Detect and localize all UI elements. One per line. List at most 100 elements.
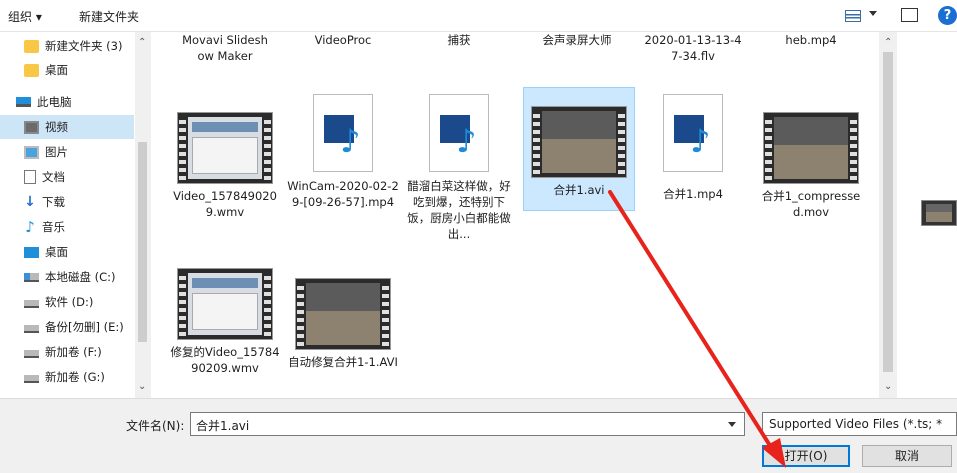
- nav-item-label: 软件 (D:): [45, 295, 94, 309]
- folder-item[interactable]: Movavi Slideshow Maker: [169, 32, 281, 64]
- file-name: Movavi Slideshow Maker: [182, 33, 268, 63]
- file-item[interactable]: 合并1_compressed.mov: [755, 104, 867, 244]
- file-item[interactable]: ♪ 醋溜白菜这样做，好吃到爆，还特别下饭，厨房小白都能做出...: [403, 94, 515, 264]
- folder-item[interactable]: VideoProc: [287, 32, 399, 48]
- nav-item-music[interactable]: ♪ 音乐: [0, 215, 134, 239]
- media-file-icon: ♪: [429, 94, 489, 172]
- desktop-icon: [24, 246, 39, 258]
- file-list: Movavi Slideshow Maker VideoProc 捕获 会声录屏…: [151, 32, 879, 398]
- file-item[interactable]: Video_1578490209.wmv: [169, 104, 281, 224]
- filename-input[interactable]: 合并1.avi: [190, 412, 745, 436]
- nav-item-label: 桌面: [45, 245, 68, 259]
- computer-icon: [16, 97, 31, 107]
- open-button[interactable]: 打开(O): [762, 445, 850, 467]
- drive-icon: [24, 374, 39, 383]
- file-name: 合并1.mp4: [663, 187, 723, 201]
- file-name: 醋溜白菜这样做，好吃到爆，还特别下饭，厨房小白都能做出...: [407, 179, 511, 241]
- file-item[interactable]: 2020-01-13-13-47-34.flv: [637, 32, 749, 64]
- nav-item-drive-g[interactable]: 新加卷 (G:): [0, 365, 134, 389]
- file-item[interactable]: ♪ 合并1.mp4: [637, 94, 749, 214]
- scroll-down-icon[interactable]: ⌄: [884, 382, 892, 392]
- view-options-icon[interactable]: [845, 10, 861, 22]
- preview-pane: [897, 32, 957, 398]
- nav-item-label: 新加卷 (G:): [45, 370, 105, 384]
- preview-pane-icon[interactable]: [901, 8, 918, 22]
- nav-item-drive-e[interactable]: 备份[勿删] (E:): [0, 315, 134, 339]
- nav-item-label: 下载: [42, 195, 65, 209]
- video-thumbnail: [763, 112, 859, 184]
- nav-scrollbar[interactable]: ⌃ ⌄: [135, 32, 150, 398]
- nav-item-label: 本地磁盘 (C:): [45, 270, 116, 284]
- nav-item-downloads[interactable]: ↓ 下载: [0, 190, 134, 214]
- nav-item-label: 备份[勿删] (E:): [45, 320, 124, 334]
- picture-icon: [24, 145, 39, 159]
- file-dialog-footer: 文件名(N): 合并1.avi Supported Video Files (*…: [0, 398, 957, 473]
- music-icon: ♪: [25, 217, 35, 236]
- nav-item-pictures[interactable]: 图片: [0, 140, 134, 164]
- file-name: 合并1.avi: [553, 183, 605, 197]
- folder-item[interactable]: 会声录屏大师: [521, 32, 633, 48]
- scroll-up-icon[interactable]: ⌃: [884, 38, 892, 48]
- document-icon: [24, 170, 36, 184]
- video-thumbnail: [177, 268, 273, 340]
- folder-item[interactable]: 捕获: [403, 32, 515, 48]
- file-name: 2020-01-13-13-47-34.flv: [644, 33, 742, 63]
- nav-item-drive-f[interactable]: 新加卷 (F:): [0, 340, 134, 364]
- filename-dropdown-chevron-icon[interactable]: [728, 422, 736, 427]
- nav-item-videos[interactable]: 视频: [0, 115, 134, 139]
- file-name: 会声录屏大师: [542, 33, 612, 47]
- media-file-icon: ♪: [313, 94, 373, 172]
- file-name: WinCam-2020-02-29-[09-26-57].mp4: [287, 179, 399, 209]
- nav-item-label: 桌面: [45, 63, 68, 77]
- folder-icon: [24, 63, 39, 77]
- file-type-select[interactable]: Supported Video Files (*.ts; *: [762, 412, 957, 436]
- scroll-down-icon[interactable]: ⌄: [138, 382, 146, 392]
- nav-item-label: 视频: [45, 120, 68, 134]
- preview-thumbnail: [921, 200, 957, 226]
- file-name: VideoProc: [314, 33, 372, 47]
- nav-scrollbar-thumb[interactable]: [138, 142, 147, 342]
- file-item[interactable]: 修复的Video_1578490209.wmv: [169, 260, 281, 398]
- view-dropdown-chevron-icon[interactable]: [869, 11, 877, 16]
- filename-label: 文件名(N):: [126, 419, 185, 433]
- media-file-icon: ♪: [663, 94, 723, 172]
- nav-item-label: 新加卷 (F:): [45, 345, 102, 359]
- nav-item-desktop-folder[interactable]: 桌面: [0, 58, 134, 82]
- file-item-selected[interactable]: 合并1.avi: [523, 87, 635, 211]
- file-item[interactable]: heb.mp4: [755, 32, 867, 48]
- cancel-button[interactable]: 取消: [862, 445, 952, 467]
- file-item[interactable]: ♪ WinCam-2020-02-29-[09-26-57].mp4: [287, 94, 399, 254]
- nav-item-this-pc[interactable]: 此电脑: [0, 90, 134, 114]
- nav-item-label: 音乐: [42, 220, 65, 234]
- video-thumbnail: [531, 106, 627, 178]
- scroll-up-icon[interactable]: ⌃: [138, 38, 146, 48]
- file-name: heb.mp4: [785, 33, 837, 47]
- download-icon: ↓: [24, 193, 36, 210]
- video-icon: [24, 120, 39, 134]
- os-drive-icon: [24, 272, 39, 282]
- nav-item-label: 文档: [42, 170, 65, 184]
- nav-item-drive-d[interactable]: 软件 (D:): [0, 290, 134, 314]
- organize-button[interactable]: 组织 ▾: [8, 8, 42, 25]
- video-thumbnail: [177, 112, 273, 184]
- toolbar: 组织 ▾ 新建文件夹 ?: [0, 0, 957, 32]
- nav-item-label: 新建文件夹 (3): [45, 39, 123, 53]
- file-item[interactable]: 自动修复合并1-1.AVI: [287, 270, 399, 390]
- nav-item-new-folder[interactable]: 新建文件夹 (3): [0, 34, 134, 58]
- new-folder-button[interactable]: 新建文件夹: [79, 8, 139, 25]
- file-name: 合并1_compressed.mov: [761, 189, 861, 219]
- drive-icon: [24, 299, 39, 308]
- navigation-pane: 新建文件夹 (3) 桌面 此电脑 视频 图片 文档 ↓ 下载 ♪ 音乐 桌面 本…: [0, 32, 150, 398]
- help-icon[interactable]: ?: [938, 6, 957, 25]
- nav-item-desktop[interactable]: 桌面: [0, 240, 134, 264]
- video-thumbnail: [295, 278, 391, 350]
- file-list-scrollbar[interactable]: ⌃ ⌄: [879, 32, 897, 398]
- file-name: 自动修复合并1-1.AVI: [288, 355, 398, 369]
- drive-icon: [24, 324, 39, 333]
- file-name: Video_1578490209.wmv: [173, 189, 277, 219]
- nav-item-drive-c[interactable]: 本地磁盘 (C:): [0, 265, 134, 289]
- nav-item-documents[interactable]: 文档: [0, 165, 134, 189]
- drive-icon: [24, 349, 39, 358]
- nav-item-label: 此电脑: [37, 95, 72, 109]
- file-list-scrollbar-thumb[interactable]: [883, 52, 893, 372]
